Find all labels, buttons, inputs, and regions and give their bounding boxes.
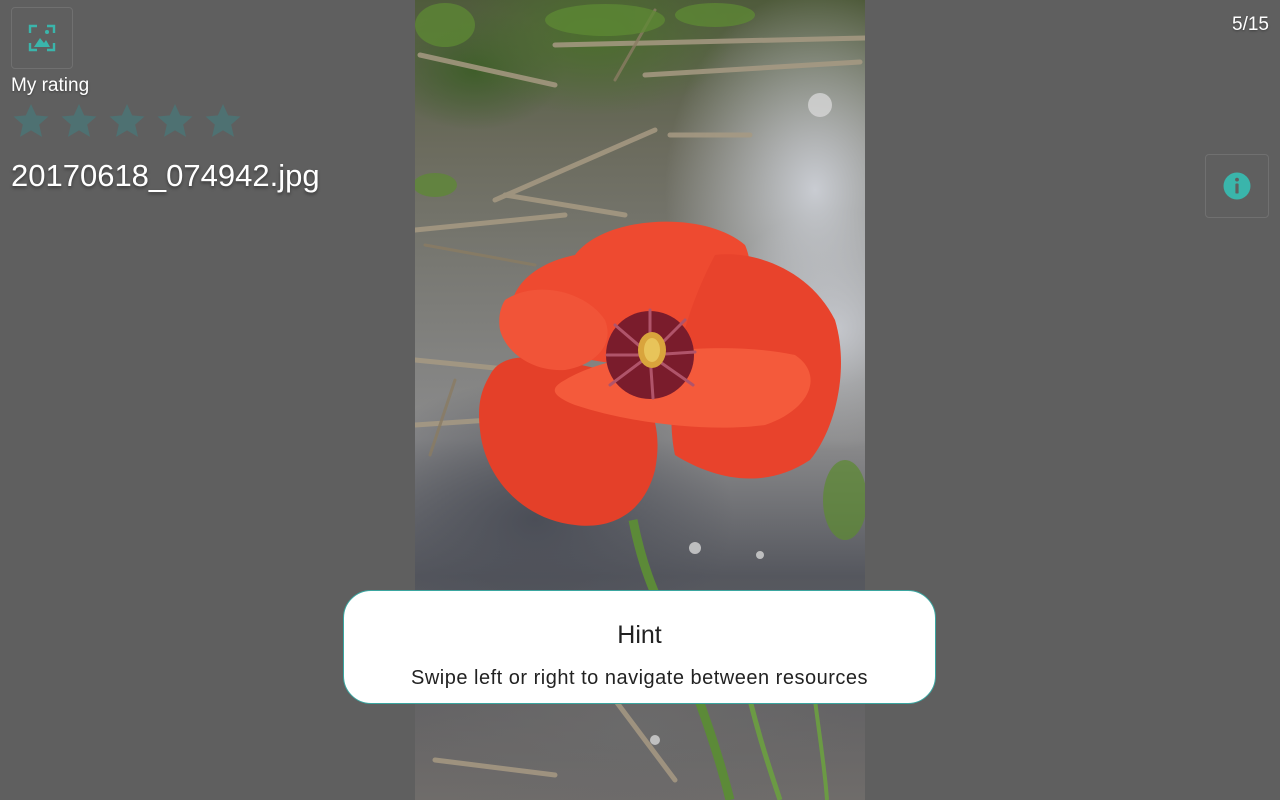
resource-counter: 5/15: [1232, 14, 1269, 35]
resource-viewer: My rating 20170618_074942.jpg 5/15 Hint …: [0, 0, 1280, 800]
file-name: 20170618_074942.jpg: [11, 158, 320, 193]
star-icon[interactable]: [107, 101, 147, 141]
star-icon[interactable]: [59, 101, 99, 141]
image-frame-icon: [28, 24, 56, 52]
gallery-button[interactable]: [11, 7, 73, 69]
hint-title: Hint: [617, 621, 662, 649]
rating-label: My rating: [11, 75, 90, 96]
star-icon[interactable]: [155, 101, 195, 141]
star-icon[interactable]: [203, 101, 243, 141]
hint-text: Swipe left or right to navigate between …: [411, 667, 868, 689]
info-button[interactable]: [1205, 154, 1269, 218]
rating-stars[interactable]: [11, 101, 243, 141]
hint-toast: Hint Swipe left or right to navigate bet…: [343, 590, 936, 704]
info-icon: [1223, 172, 1251, 200]
star-icon[interactable]: [11, 101, 51, 141]
